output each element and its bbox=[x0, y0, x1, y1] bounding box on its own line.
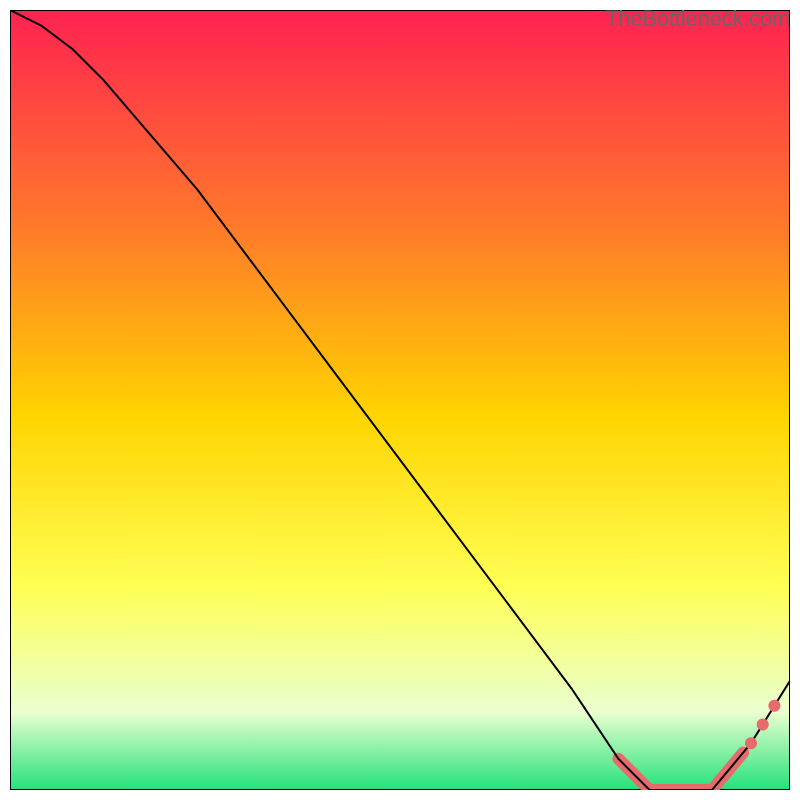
chart-stage: TheBottleneck.com bbox=[0, 0, 800, 800]
chart-svg bbox=[10, 10, 790, 790]
highlight-dot bbox=[745, 737, 757, 749]
gradient-background bbox=[10, 10, 790, 790]
highlight-dot bbox=[768, 700, 780, 712]
watermark-text: TheBottleneck.com bbox=[605, 6, 790, 32]
highlight-dot bbox=[757, 719, 769, 731]
